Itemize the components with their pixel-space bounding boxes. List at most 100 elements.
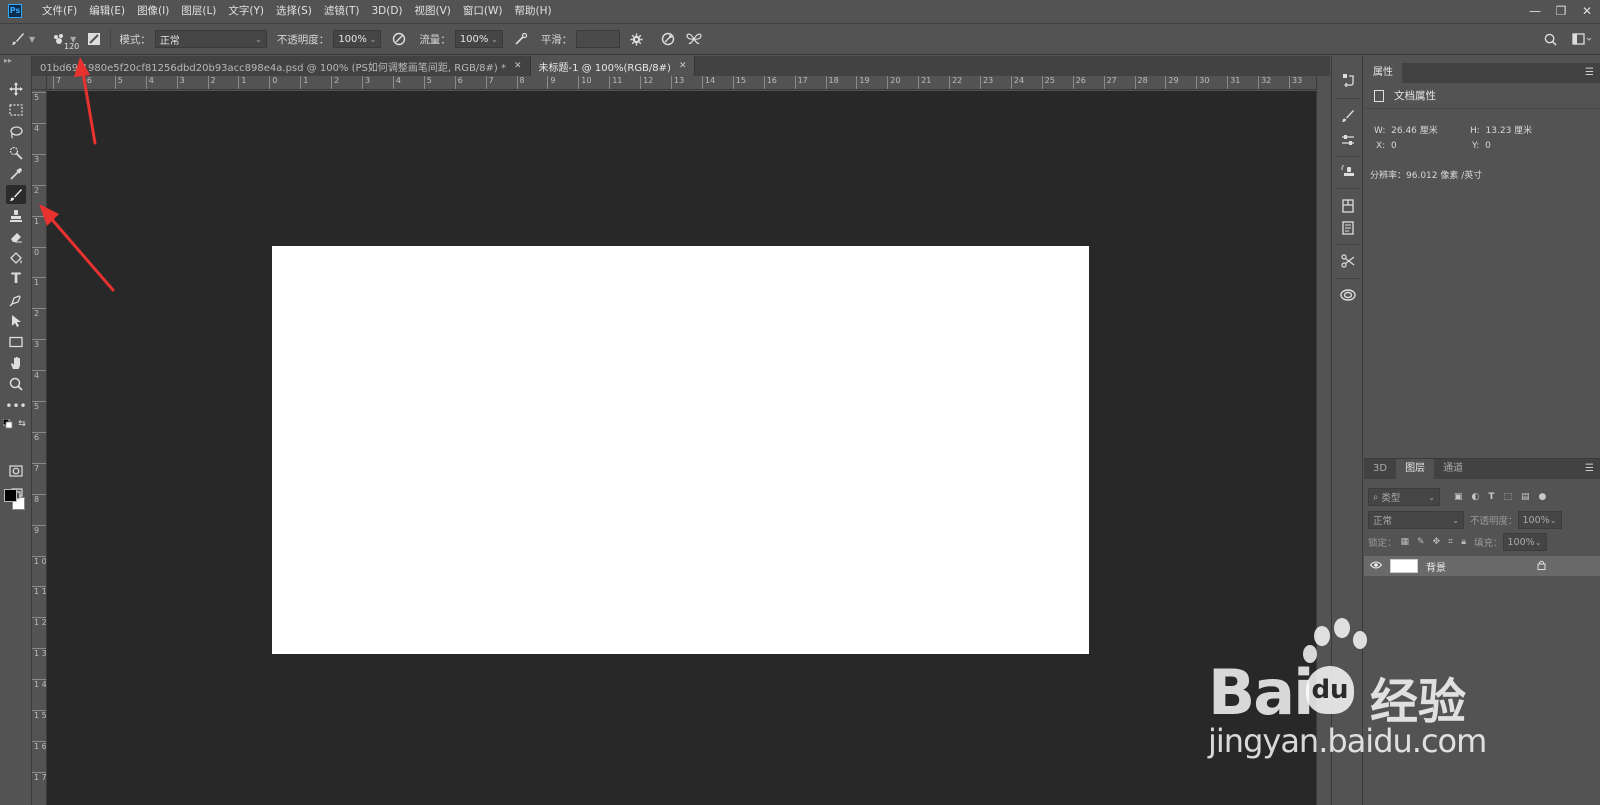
- swap-colors-icon[interactable]: ⇆: [16, 418, 28, 430]
- menu-item-2[interactable]: 图像(I): [131, 0, 175, 22]
- brush-settings-panel-icon[interactable]: [84, 29, 104, 49]
- pressure-size-icon[interactable]: [658, 29, 678, 49]
- path-selection-tool-icon[interactable]: [6, 311, 26, 330]
- tab-properties[interactable]: 属性: [1364, 63, 1402, 83]
- height-field[interactable]: H: 13.23 厘米: [1470, 123, 1532, 136]
- canvas-area[interactable]: [47, 91, 1316, 805]
- minimize-button[interactable]: —: [1522, 0, 1548, 22]
- zoom-tool-icon[interactable]: [6, 374, 26, 393]
- filter-type-icon[interactable]: T: [1488, 492, 1494, 502]
- properties-title: 文档属性: [1394, 90, 1436, 102]
- quick-selection-tool-icon[interactable]: [6, 143, 26, 162]
- brush-tool-icon[interactable]: [8, 29, 28, 49]
- layer-opacity-input[interactable]: 100% ⌄: [1517, 511, 1562, 529]
- lock-transparent-icon[interactable]: ▦: [1401, 537, 1410, 547]
- menu-item-1[interactable]: 编辑(E): [83, 0, 131, 22]
- symmetry-butterfly-icon[interactable]: [684, 29, 704, 49]
- opacity-input[interactable]: 100% ⌄: [333, 30, 382, 48]
- marquee-tool-icon[interactable]: [6, 100, 26, 119]
- tab-psd-document[interactable]: 01bd69f1980e5f20cf81256dbd20b93acc898e4a…: [32, 56, 531, 76]
- layer-filter-select[interactable]: ⌕ 类型 ⌄: [1368, 488, 1440, 506]
- search-icon[interactable]: [1540, 29, 1560, 49]
- type-tool-icon[interactable]: T: [6, 269, 26, 288]
- visibility-eye-icon[interactable]: [1364, 561, 1388, 572]
- pressure-opacity-icon[interactable]: [389, 29, 409, 49]
- ruler-top-tick: 32: [1258, 76, 1271, 89]
- libraries-icon[interactable]: [1338, 196, 1358, 216]
- flow-chevron-down-icon[interactable]: ⌄: [491, 35, 498, 44]
- fill-input[interactable]: 100% ⌄: [1502, 533, 1547, 551]
- workspace-switcher-icon[interactable]: [1572, 29, 1592, 49]
- y-field[interactable]: Y: 0: [1472, 141, 1491, 151]
- clone-source-icon[interactable]: [1338, 162, 1358, 182]
- close-icon[interactable]: ✕: [679, 61, 687, 71]
- lock-artboard-icon[interactable]: ⌗: [1448, 537, 1453, 547]
- lock-position-icon[interactable]: ✥: [1433, 537, 1441, 547]
- flow-input[interactable]: 100% ⌄: [454, 30, 503, 48]
- width-field[interactable]: W: 26.46 厘米: [1374, 123, 1438, 136]
- layers-panel-menu-icon[interactable]: ☰: [1585, 463, 1594, 474]
- tab-untitled-document[interactable]: 未标题-1 @ 100%(RGB/8#) ✕: [530, 56, 696, 76]
- ruler-left-tick: 7: [32, 462, 46, 473]
- layer-row-background[interactable]: 背景: [1364, 556, 1600, 576]
- quick-mask-icon[interactable]: [6, 461, 26, 480]
- filter-pixel-icon[interactable]: ▣: [1454, 492, 1463, 502]
- menu-item-7[interactable]: 3D(D): [365, 0, 408, 22]
- tab-layers[interactable]: 图层: [1396, 459, 1435, 479]
- layer-name[interactable]: 背景: [1426, 559, 1446, 574]
- creative-cloud-icon[interactable]: [1338, 285, 1358, 305]
- lasso-tool-icon[interactable]: [6, 122, 26, 141]
- menu-item-8[interactable]: 视图(V): [409, 0, 457, 22]
- tab-3d[interactable]: 3D: [1364, 459, 1396, 479]
- pen-tool-icon[interactable]: [6, 290, 26, 309]
- menu-item-4[interactable]: 文字(Y): [222, 0, 270, 22]
- eraser-tool-icon[interactable]: [6, 227, 26, 246]
- tool-preset-chevron-down-icon[interactable]: ▼: [29, 35, 35, 44]
- opacity-chevron-down-icon[interactable]: ⌄: [370, 35, 377, 44]
- brush-tool-icon[interactable]: [6, 185, 26, 204]
- more-tools-icon[interactable]: •••: [5, 396, 26, 415]
- ruler-origin[interactable]: [32, 76, 47, 90]
- menu-item-10[interactable]: 帮助(H): [509, 0, 558, 22]
- blend-mode-select[interactable]: 正常 ⌄: [1368, 511, 1464, 529]
- notes-icon[interactable]: [1338, 218, 1358, 238]
- smoothing-input[interactable]: [576, 30, 621, 48]
- lock-image-icon[interactable]: ✎: [1417, 537, 1425, 547]
- foreground-color-swatch[interactable]: [4, 489, 17, 502]
- x-field[interactable]: X: 0: [1376, 141, 1397, 151]
- horizontal-ruler[interactable]: 7 6 5 4 3 2 1 0 1 2 3 4 5 6 7 8 9 10 11 12 13 14 15 16 17 18 19 20 2…: [47, 76, 1316, 90]
- paint-bucket-tool-icon[interactable]: [6, 248, 26, 267]
- document-canvas[interactable]: [272, 246, 1089, 654]
- mode-select[interactable]: 正常 ⌄: [154, 30, 267, 48]
- menu-item-3[interactable]: 图层(L): [175, 0, 222, 22]
- menu-item-6[interactable]: 滤镜(T): [318, 0, 366, 22]
- adjustments-sliders-icon[interactable]: [1338, 130, 1358, 150]
- smoothing-options-gear-icon[interactable]: [626, 29, 646, 49]
- restore-button[interactable]: ❐: [1548, 0, 1574, 22]
- toolbar-collapse-icon[interactable]: ▸▸: [0, 56, 31, 76]
- filter-adjustment-icon[interactable]: ◐: [1472, 492, 1480, 502]
- eyedropper-tool-icon[interactable]: [6, 164, 26, 183]
- tool-presets-scissors-icon[interactable]: [1338, 251, 1358, 271]
- vertical-ruler[interactable]: 5432101234567891 01 11 21 31 41 51 61 7: [32, 90, 47, 805]
- rectangle-tool-icon[interactable]: [6, 332, 26, 351]
- brush-settings-icon[interactable]: [1338, 106, 1358, 126]
- close-icon[interactable]: ✕: [514, 61, 522, 71]
- filter-toggle-icon[interactable]: ●: [1539, 492, 1547, 502]
- lock-all-icon[interactable]: 🔒︎: [1461, 537, 1466, 547]
- menu-item-9[interactable]: 窗口(W): [457, 0, 509, 22]
- layer-thumbnail[interactable]: [1390, 559, 1418, 573]
- filter-smart-object-icon[interactable]: ▤: [1521, 492, 1530, 502]
- menu-item-0[interactable]: 文件(F): [36, 0, 83, 22]
- airbrush-icon[interactable]: [511, 29, 531, 49]
- hand-tool-icon[interactable]: [6, 353, 26, 372]
- history-panel-icon[interactable]: [1338, 70, 1358, 90]
- clone-stamp-tool-icon[interactable]: [6, 206, 26, 225]
- menu-item-5[interactable]: 选择(S): [270, 0, 318, 22]
- filter-shape-icon[interactable]: ⬚: [1504, 492, 1513, 502]
- panel-menu-icon[interactable]: ☰: [1585, 67, 1594, 78]
- default-colors-icon[interactable]: [2, 418, 14, 430]
- tab-channels[interactable]: 通道: [1434, 459, 1472, 479]
- move-tool-icon[interactable]: [6, 79, 26, 98]
- close-window-button[interactable]: ✕: [1574, 0, 1600, 22]
